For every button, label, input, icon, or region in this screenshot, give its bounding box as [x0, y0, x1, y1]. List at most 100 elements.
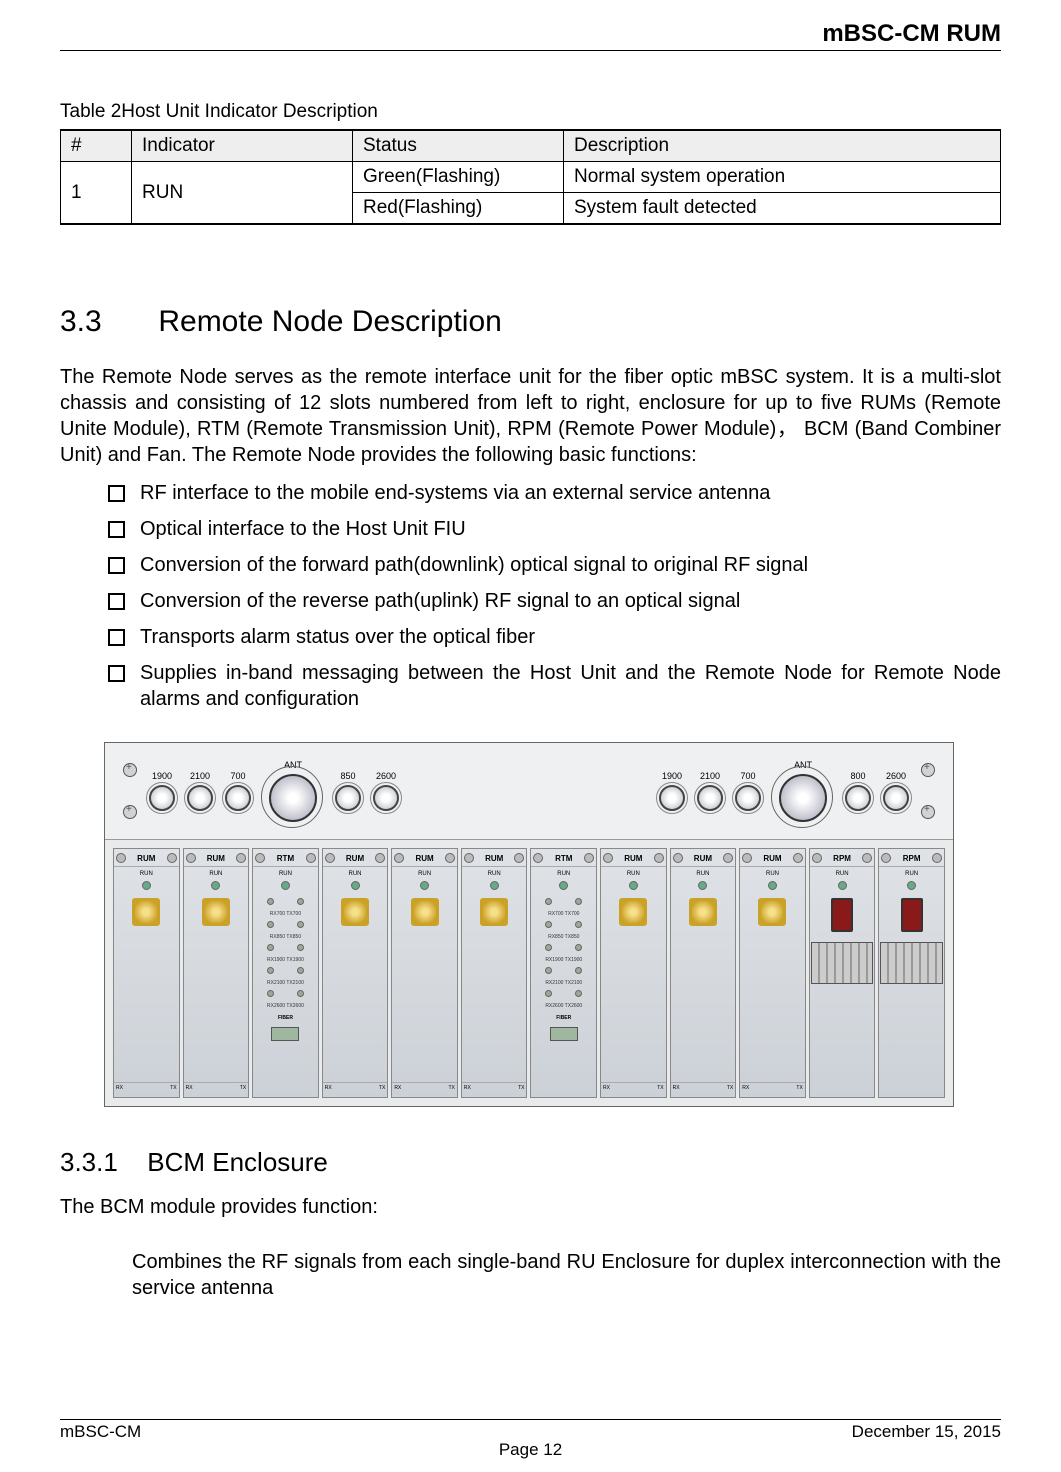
- screw-icon: [742, 853, 752, 863]
- slot-rtm: RTMRUNRX700 TX700RX850 TX850RX1900 TX190…: [530, 848, 597, 1098]
- run-label: RUN: [140, 871, 153, 877]
- slot-rum: RUMRUNRXTX: [739, 848, 806, 1098]
- conn-label: 2100: [190, 771, 210, 781]
- conn-label: 1900: [662, 771, 682, 781]
- conn-label: 2600: [886, 771, 906, 781]
- conn-label: 700: [740, 771, 755, 781]
- rf-connector-icon: [187, 785, 213, 811]
- antenna-connector-icon: [269, 774, 317, 822]
- slot-rum: RUM RUN RXTX: [183, 848, 250, 1098]
- slot-body: [881, 894, 942, 1093]
- tx-label: TX: [449, 1085, 455, 1091]
- th-num: #: [61, 130, 132, 162]
- run-label: RUN: [418, 871, 431, 877]
- screw-icon: [921, 763, 935, 777]
- footer-left: mBSC-CM: [60, 1422, 141, 1442]
- port-label: RX700 TX700: [533, 911, 594, 917]
- conn-label: 2100: [700, 771, 720, 781]
- slot-body: [673, 894, 734, 1082]
- sec331-intro: The BCM module provides function:: [60, 1196, 1001, 1219]
- slot-bottom-label: RX TX: [392, 1082, 457, 1093]
- port-led-icon: [545, 944, 552, 951]
- port-label: RX850 TX850: [255, 934, 316, 940]
- slot-body: [812, 894, 873, 1093]
- rf-jack-icon: [132, 898, 160, 926]
- rx-label: RX: [394, 1085, 401, 1091]
- rf-connector-icon: [735, 785, 761, 811]
- slot-label: RTM: [277, 854, 294, 863]
- slot-bottom-label: RXTX: [671, 1082, 736, 1093]
- rx-label: RX: [325, 1085, 332, 1091]
- slot-label: RPM: [903, 854, 921, 863]
- screw-icon: [793, 853, 803, 863]
- run-led-icon: [142, 881, 151, 890]
- run-led-icon: [490, 881, 499, 890]
- rx-label: RX: [186, 1085, 193, 1091]
- heading-3-3-num: 3.3: [60, 305, 150, 339]
- table-caption: Table 2Host Unit Indicator Description: [60, 101, 1001, 123]
- rf-jack-icon: [202, 898, 230, 926]
- conn-label: 850: [340, 771, 355, 781]
- cell-status: Red(Flashing): [353, 193, 564, 225]
- run-label: RUN: [696, 871, 709, 877]
- screw-icon: [123, 763, 137, 777]
- page: mBSC-CM RUM Table 2Host Unit Indicator D…: [0, 0, 1061, 1472]
- slot-bottom-label: RXTX: [184, 1082, 249, 1093]
- screw-icon: [921, 805, 935, 819]
- antenna-connector-icon: [779, 774, 827, 822]
- fiber-port-icon: [271, 1027, 299, 1041]
- slot-rpm: RPMRUN: [878, 848, 945, 1098]
- run-led-icon: [420, 881, 429, 890]
- slot-body: [116, 894, 177, 1082]
- screw-icon: [464, 853, 474, 863]
- bullet-item: Supplies in-band messaging between the H…: [108, 660, 1001, 712]
- rf-jack-icon: [341, 898, 369, 926]
- run-led-icon: [907, 881, 916, 890]
- screw-icon: [654, 853, 664, 863]
- bullet-item: Optical interface to the Host Unit FIU: [108, 516, 1001, 542]
- footer-center: Page 12: [499, 1440, 562, 1460]
- slot-body: [603, 894, 664, 1082]
- rf-jack-icon: [619, 898, 647, 926]
- port-led-icon: [297, 944, 304, 951]
- sec331-body: Combines the RF signals from each single…: [60, 1249, 1001, 1301]
- slot-label: RUM: [415, 854, 433, 863]
- slot-label: RUM: [763, 854, 781, 863]
- th-description: Description: [564, 130, 1001, 162]
- run-label: RUN: [209, 871, 222, 877]
- bullet-item: RF interface to the mobile end-systems v…: [108, 480, 1001, 506]
- slot-label: RUM: [207, 854, 225, 863]
- run-label: RUN: [488, 871, 501, 877]
- cell-status: Green(Flashing): [353, 162, 564, 193]
- screw-icon: [812, 853, 822, 863]
- sec33-paragraph: The Remote Node serves as the remote int…: [60, 364, 1001, 468]
- header-title: mBSC-CM RUM: [822, 20, 1001, 47]
- port-led-icon: [297, 990, 304, 997]
- run-led-icon: [559, 881, 568, 890]
- conn-label: 1900: [152, 771, 172, 781]
- screw-icon: [375, 853, 385, 863]
- tx-label: TX: [379, 1085, 385, 1091]
- screw-icon: [116, 853, 126, 863]
- port-led-icon: [575, 921, 582, 928]
- screw-icon: [186, 853, 196, 863]
- slot-body: [394, 894, 455, 1082]
- heading-3-3: 3.3 Remote Node Description: [60, 305, 1001, 339]
- bullet-item: Conversion of the forward path(downlink)…: [108, 552, 1001, 578]
- slot-rpm: RPMRUN: [809, 848, 876, 1098]
- cell-description: Normal system operation: [564, 162, 1001, 193]
- rf-connector-icon: [883, 785, 909, 811]
- slot-bottom-label: RXTX: [740, 1082, 805, 1093]
- port-led-icon: [267, 921, 274, 928]
- port-label: RX850 TX850: [533, 934, 594, 940]
- rf-jack-icon: [689, 898, 717, 926]
- screw-icon: [533, 853, 543, 863]
- run-led-icon: [281, 881, 290, 890]
- slot-rum: RUMRUNRXTX: [461, 848, 528, 1098]
- port-led-icon: [545, 990, 552, 997]
- screw-icon: [603, 853, 613, 863]
- slot-label: RUM: [694, 854, 712, 863]
- bullet-item: Transports alarm status over the optical…: [108, 624, 1001, 650]
- screw-icon: [723, 853, 733, 863]
- slot-body: RX700 TX700RX850 TX850RX1900 TX1900RX210…: [533, 894, 594, 1093]
